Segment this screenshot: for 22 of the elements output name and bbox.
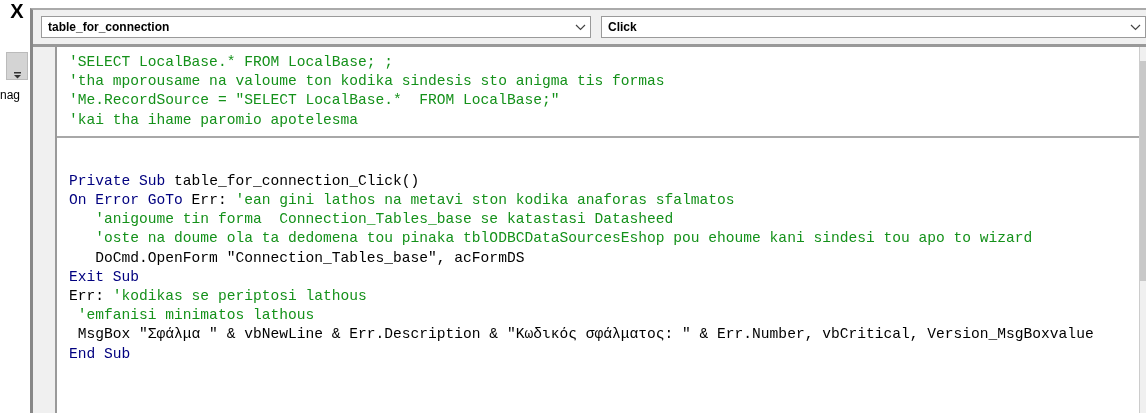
code-line: DoCmd.OpenForm "Connection_Tables_base", acFormDS [94, 248, 525, 268]
scrollbar[interactable] [1139, 47, 1146, 413]
code-line: End Sub [69, 344, 131, 364]
code-line: 'anigoume tin forma Connection_Tables_base se katastasi Datasheed [94, 210, 674, 230]
chevron-down-icon [1130, 23, 1141, 31]
code-line: 'Me.RecordSource = "SELECT LocalBase.* FROM LocalBase;" [69, 91, 560, 111]
object-dropdown[interactable]: table_for_connection [41, 16, 591, 38]
code-line: 'kai tha ihame paromio apotelesma [69, 110, 358, 130]
code-line: 'tha mporousame na valoume ton kodika sindesis sto anigma tis formas [69, 72, 665, 92]
procedure-dropdown[interactable]: Click [601, 16, 1146, 38]
dropdown-arrow-icon [13, 72, 21, 79]
code-line: Private Sub table_for_connection_Click() [69, 171, 420, 191]
code-line: 'SELECT LocalBase.* FROM LocalBase; ; [69, 53, 394, 72]
code-line: 'oste na doume ola ta dedomena tou pinaka tblODBCDataSourcesEshop pou ehoume kani sindesi tou apo to wizard [94, 229, 1033, 249]
dropdown-button[interactable] [6, 52, 28, 80]
code-line: 'emfanisi minimatos lathous [76, 306, 315, 326]
code-line: On Error GoTo Err: 'ean gini lathos na metavi ston kodika anaforas sfalmatos [69, 191, 735, 210]
chevron-down-icon [575, 23, 586, 31]
code-line: Err: 'kodikas se periptosi lathous [69, 287, 367, 307]
panel-label: nag [0, 88, 21, 102]
code-line: MsgBox "Σφάλμα " & vbNewLine & Err.Description & "Κωδικός σφάλματος: " & Err.Number, vbCritical, Version_MsgBoxvalue [76, 325, 1094, 345]
code-line: Exit Sub [69, 267, 140, 287]
